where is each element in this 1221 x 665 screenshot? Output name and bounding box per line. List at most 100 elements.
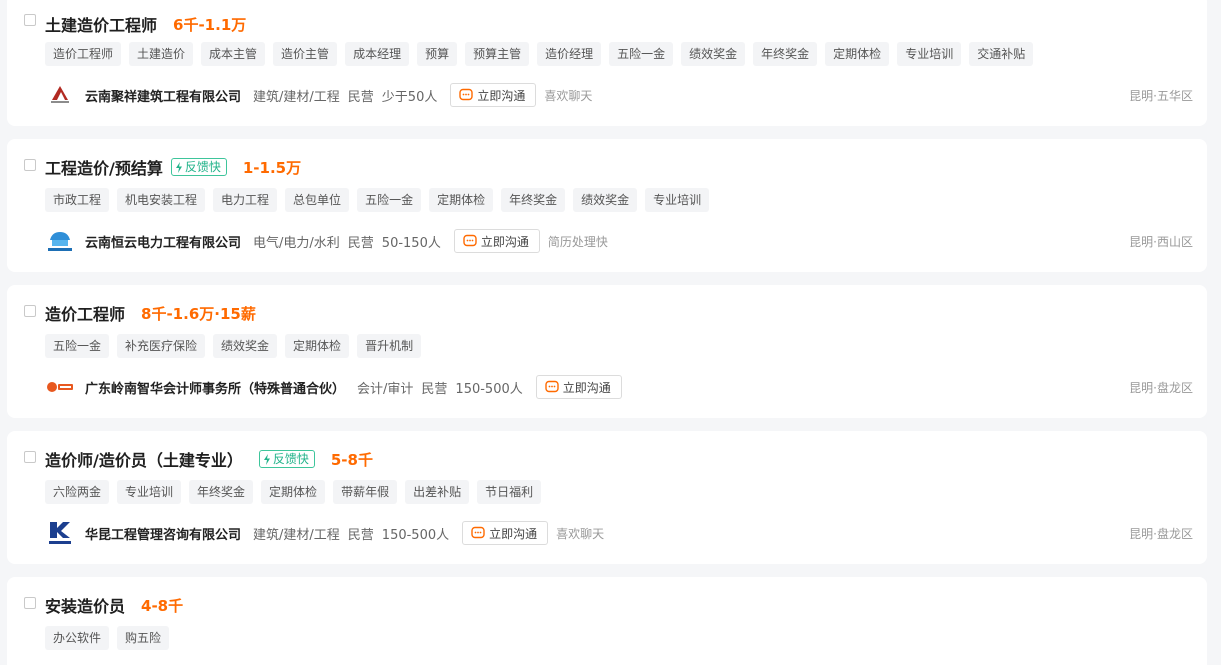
tag: 年终奖金 xyxy=(753,42,818,66)
tag: 带薪年假 xyxy=(333,480,398,504)
company-ownership: 民营 xyxy=(347,89,374,105)
job-header: 土建造价工程师 6千-1.1万 xyxy=(45,12,247,36)
tag-list: 六险两金 专业培训 年终奖金 定期体检 带薪年假 出差补贴 节日福利 xyxy=(45,480,549,504)
job-location: 昆明·盘龙区 xyxy=(1129,526,1193,541)
tag: 预算主管 xyxy=(465,42,530,66)
tag: 定期体检 xyxy=(285,334,350,358)
hengyun-logo[interactable] xyxy=(45,226,75,256)
tag-list: 五险一金 补充医疗保险 绩效奖金 定期体检 晋升机制 xyxy=(45,334,429,358)
juxiang-logo[interactable] xyxy=(45,80,75,110)
tag: 电力工程 xyxy=(213,188,278,212)
company-size: 150-500人 xyxy=(381,527,450,543)
job-card[interactable]: 造价工程师 8千-1.6万·15薪 五险一金 补充医疗保险 绩效奖金 定期体检 … xyxy=(7,285,1207,418)
chat-bubble-icon xyxy=(545,380,559,393)
chat-button[interactable]: 立即沟通 xyxy=(535,375,622,399)
company-row: 云南聚祥建筑工程有限公司 建筑/建材/工程 民营 少于50人 立即沟通 喜欢聊天… xyxy=(45,80,1193,110)
job-list: 土建造价工程师 6千-1.1万 造价工程师 土建造价 成本主管 造价主管 成本经… xyxy=(0,0,1221,665)
job-title[interactable]: 造价工程师 xyxy=(45,301,125,325)
tag: 市政工程 xyxy=(45,188,110,212)
tag: 购五险 xyxy=(117,626,170,650)
job-title[interactable]: 造价师/造价员（土建专业） xyxy=(45,447,243,471)
tag: 机电安装工程 xyxy=(117,188,206,212)
tag: 五险一金 xyxy=(357,188,422,212)
checkbox-icon[interactable] xyxy=(24,305,36,317)
job-card[interactable]: 安装造价员 4-8千 办公软件 购五险 xyxy=(7,577,1207,665)
tag-list: 市政工程 机电安装工程 电力工程 总包单位 五险一金 定期体检 年终奖金 绩效奖… xyxy=(45,188,717,212)
job-card[interactable]: 工程造价/预结算 反馈快 1-1.5万 市政工程 机电安装工程 电力工程 总包单… xyxy=(7,139,1207,272)
company-row: 华昆工程管理咨询有限公司 建筑/建材/工程 民营 150-500人 立即沟通 喜… xyxy=(45,518,1193,548)
job-title[interactable]: 安装造价员 xyxy=(45,593,125,617)
tag: 成本主管 xyxy=(201,42,266,66)
tag: 专业培训 xyxy=(645,188,710,212)
tag: 定期体检 xyxy=(429,188,494,212)
feedback-badge-label: 反馈快 xyxy=(184,160,221,174)
checkbox-icon[interactable] xyxy=(24,159,36,171)
company-industry: 电气/电力/水利 xyxy=(253,235,340,251)
lightning-icon xyxy=(175,161,182,173)
tag: 专业培训 xyxy=(897,42,962,66)
chat-button[interactable]: 立即沟通 xyxy=(462,521,549,545)
job-header: 造价师/造价员（土建专业） 反馈快 5-8千 xyxy=(45,448,373,470)
chat-button-label: 立即沟通 xyxy=(477,88,526,103)
tag: 预算 xyxy=(417,42,458,66)
feedback-fast-badge: 反馈快 xyxy=(170,158,227,176)
tag: 晋升机制 xyxy=(357,334,422,358)
feedback-fast-badge: 反馈快 xyxy=(258,450,315,468)
salary: 6千-1.1万 xyxy=(173,15,247,34)
tag: 绩效奖金 xyxy=(213,334,278,358)
company-ownership: 民营 xyxy=(347,527,374,543)
salary: 1-1.5万 xyxy=(242,158,302,177)
company-industry: 建筑/建材/工程 xyxy=(253,527,340,543)
tag: 绩效奖金 xyxy=(573,188,638,212)
checkbox-icon[interactable] xyxy=(24,14,36,26)
tag-list: 办公软件 购五险 xyxy=(45,626,177,650)
job-card[interactable]: 造价师/造价员（土建专业） 反馈快 5-8千 六险两金 专业培训 年终奖金 定期… xyxy=(7,431,1207,564)
job-location: 昆明·盘龙区 xyxy=(1129,380,1193,395)
tag: 办公软件 xyxy=(45,626,110,650)
job-title[interactable]: 工程造价/预结算 xyxy=(45,155,163,179)
hkmc-logo[interactable] xyxy=(45,518,75,548)
salary: 4-8千 xyxy=(141,596,184,615)
chat-bubble-icon xyxy=(459,88,474,101)
tag: 定期体检 xyxy=(825,42,890,66)
company-name[interactable]: 广东岭南智华会计师事务所（特殊普通合伙） xyxy=(85,378,345,397)
company-name[interactable]: 华昆工程管理咨询有限公司 xyxy=(85,524,241,543)
chat-bubble-icon xyxy=(471,526,485,539)
job-header: 工程造价/预结算 反馈快 1-1.5万 xyxy=(45,156,301,178)
job-location: 昆明·西山区 xyxy=(1129,234,1193,249)
job-title[interactable]: 土建造价工程师 xyxy=(45,12,157,36)
company-ownership: 民营 xyxy=(347,235,374,251)
chat-button[interactable]: 立即沟通 xyxy=(450,83,537,107)
company-size: 50-150人 xyxy=(381,235,441,251)
chat-button-label: 立即沟通 xyxy=(489,526,538,541)
job-header: 造价工程师 8千-1.6万·15薪 xyxy=(45,301,256,325)
tag: 总包单位 xyxy=(285,188,350,212)
tag-list: 造价工程师 土建造价 成本主管 造价主管 成本经理 预算 预算主管 造价经理 五… xyxy=(45,42,1041,66)
company-row: 云南恒云电力工程有限公司 电气/电力/水利 民营 50-150人 立即沟通 简历… xyxy=(45,226,1193,256)
tag: 补充医疗保险 xyxy=(117,334,206,358)
company-industry: 会计/审计 xyxy=(357,381,414,397)
tag: 年终奖金 xyxy=(189,480,254,504)
company-row: 广东岭南智华会计师事务所（特殊普通合伙） 会计/审计 民营 150-500人 立… xyxy=(45,372,1193,402)
chat-button-label: 立即沟通 xyxy=(480,234,529,249)
company-name[interactable]: 云南恒云电力工程有限公司 xyxy=(85,232,241,251)
tag: 绩效奖金 xyxy=(681,42,746,66)
tag: 六险两金 xyxy=(45,480,110,504)
tag: 五险一金 xyxy=(609,42,674,66)
checkbox-icon[interactable] xyxy=(24,451,36,463)
chat-button-label: 立即沟通 xyxy=(562,380,611,395)
activity-status: 简历处理快 xyxy=(547,234,608,249)
tag: 出差补贴 xyxy=(405,480,470,504)
tag: 造价工程师 xyxy=(45,42,122,66)
checkbox-icon[interactable] xyxy=(24,597,36,609)
lingnan-logo[interactable] xyxy=(45,372,75,402)
job-location: 昆明·五华区 xyxy=(1129,88,1193,103)
company-name[interactable]: 云南聚祥建筑工程有限公司 xyxy=(85,86,241,105)
company-size: 少于50人 xyxy=(381,89,438,105)
chat-button[interactable]: 立即沟通 xyxy=(453,229,540,253)
tag: 年终奖金 xyxy=(501,188,566,212)
feedback-badge-label: 反馈快 xyxy=(272,452,309,466)
salary: 5-8千 xyxy=(330,450,373,469)
tag: 造价主管 xyxy=(273,42,338,66)
job-card[interactable]: 土建造价工程师 6千-1.1万 造价工程师 土建造价 成本主管 造价主管 成本经… xyxy=(7,0,1207,126)
